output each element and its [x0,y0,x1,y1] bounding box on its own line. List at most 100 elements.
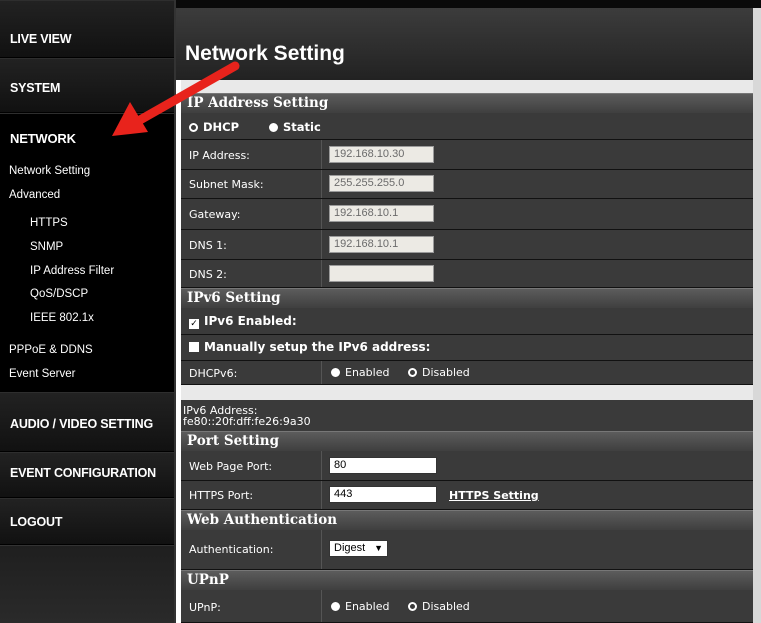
sidebar-subitem-https[interactable]: HTTPS [30,217,68,229]
authentication-label: Authentication: [189,543,274,556]
row-divider [321,530,322,569]
ipv6-manual-checkbox[interactable]: Manually setup the IPv6 address: [189,340,430,354]
row-divider [321,140,322,169]
radio-icon [269,123,278,132]
section-title: Web Authentication [187,512,338,528]
gateway-row: Gateway: 192.168.10.1 [181,199,753,230]
ipv6-address-row: IPv6 Address: fe80::20f:dff:fe26:9a30 [181,400,753,431]
section-port: Port Setting [181,431,753,451]
sidebar-footer [0,545,174,623]
radio-label: Enabled [345,600,390,613]
radio-icon [331,368,340,377]
https-setting-link[interactable]: HTTPS Setting [449,489,539,502]
ipv6-enabled-checkbox[interactable]: ✓ IPv6 Enabled: [189,314,297,329]
network-submenu: Network Setting Advanced HTTPS SNMP IP A… [0,164,174,392]
checkbox-label: Manually setup the IPv6 address: [204,340,431,354]
subnet-mask-label: Subnet Mask: [189,178,264,191]
sidebar-item-logout[interactable]: LOGOUT [0,498,174,545]
section-ip-address: IP Address Setting [181,93,753,113]
dhcpv6-disabled-radio[interactable]: Disabled [408,366,470,379]
scrollbar[interactable] [753,8,761,623]
subnet-mask-field[interactable]: 255.255.255.0 [329,175,434,192]
section-title: UPnP [187,572,229,588]
checkbox-checked-icon: ✓ [189,319,199,329]
main-panel: Network Setting IP Address Setting DHCP … [176,0,761,623]
sidebar-item-label: LIVE VIEW [10,32,72,46]
radio-label: Disabled [422,600,470,613]
ip-address-field[interactable]: 192.168.10.30 [329,146,434,163]
https-port-input[interactable]: 443 [329,486,437,503]
ip-address-row: IP Address: 192.168.10.30 [181,140,753,170]
ip-mode-row: DHCP Static [181,113,753,140]
title-bar: Network Setting [176,8,761,80]
section-title: IPv6 Setting [187,290,281,306]
dhcpv6-row: DHCPv6: Enabled Disabled [181,361,753,385]
sidebar-item-label: SYSTEM [10,81,61,95]
ipv6-enabled-row: ✓ IPv6 Enabled: [181,308,753,335]
radio-label: Disabled [422,366,470,379]
https-port-row: HTTPS Port: 443 HTTPS Setting [181,481,753,510]
authentication-row: Authentication: Digest ▼ [181,530,753,570]
section-web-auth: Web Authentication [181,510,753,530]
checkbox-label: IPv6 Enabled: [204,314,297,328]
dns2-field[interactable] [329,265,434,282]
row-divider [321,199,322,229]
row-divider [321,170,322,198]
sidebar-subitem-network-setting[interactable]: Network Setting [9,165,90,177]
sidebar-item-audio-video[interactable]: AUDIO / VIDEO SETTING [0,392,174,452]
dropdown-arrow-icon: ▼ [374,543,383,553]
sidebar-subitem-ip-filter[interactable]: IP Address Filter [30,265,114,277]
row-divider [321,451,322,480]
subnet-mask-row: Subnet Mask: 255.255.255.0 [181,170,753,199]
dns2-label: DNS 2: [189,268,227,281]
upnp-row: UPnP: Enabled Disabled [181,590,753,623]
dhcpv6-label: DHCPv6: [189,367,238,380]
gateway-field[interactable]: 192.168.10.1 [329,205,434,222]
upnp-label: UPnP: [189,601,221,614]
dhcpv6-enabled-radio[interactable]: Enabled [331,366,389,379]
dns1-label: DNS 1: [189,239,227,252]
sidebar-item-live-view[interactable]: LIVE VIEW [0,0,174,58]
sidebar-item-event-config[interactable]: EVENT CONFIGURATION [0,452,174,498]
sidebar-subitem-advanced[interactable]: Advanced [9,189,60,201]
row-divider [321,481,322,509]
sidebar-item-label: NETWORK [10,131,76,146]
static-radio[interactable]: Static [269,120,321,134]
radio-label: Enabled [345,366,390,379]
web-port-input[interactable]: 80 [329,457,437,474]
dns2-row: DNS 2: [181,260,753,288]
sidebar-subitem-event-server[interactable]: Event Server [9,368,75,380]
radio-icon [408,602,417,611]
section-title: Port Setting [187,433,280,449]
gateway-label: Gateway: [189,208,241,221]
radio-icon [408,368,417,377]
section-upnp: UPnP [181,570,753,590]
sidebar-subitem-ieee[interactable]: IEEE 802.1x [30,312,94,324]
sidebar-subitem-snmp[interactable]: SNMP [30,241,63,253]
upnp-disabled-radio[interactable]: Disabled [408,600,470,613]
dns1-field[interactable]: 192.168.10.1 [329,236,434,253]
sidebar-subitem-qos[interactable]: QoS/DSCP [30,288,88,300]
authentication-select[interactable]: Digest ▼ [329,540,388,557]
upnp-enabled-radio[interactable]: Enabled [331,600,389,613]
row-divider [321,260,322,287]
ipv6-manual-row: Manually setup the IPv6 address: [181,335,753,361]
spacer [181,385,753,390]
radio-label: Static [283,120,321,134]
row-divider [321,590,322,622]
ipv6-address-value: fe80::20f:dff:fe26:9a30 [183,415,311,428]
checkbox-icon [189,342,199,352]
top-strip [176,0,761,8]
radio-icon [331,602,340,611]
row-divider [321,361,322,384]
web-port-row: Web Page Port: 80 [181,451,753,481]
web-port-label: Web Page Port: [189,460,273,473]
ip-address-label: IP Address: [189,149,250,162]
select-value: Digest [334,542,366,554]
section-ipv6: IPv6 Setting [181,288,753,308]
red-arrow-icon [112,61,240,136]
sidebar-subitem-pppoe[interactable]: PPPoE & DDNS [9,344,93,356]
sidebar-item-label: LOGOUT [10,515,63,529]
sidebar-item-label: EVENT CONFIGURATION [10,466,156,480]
settings-content: IP Address Setting DHCP Static IP Addres… [181,80,753,623]
